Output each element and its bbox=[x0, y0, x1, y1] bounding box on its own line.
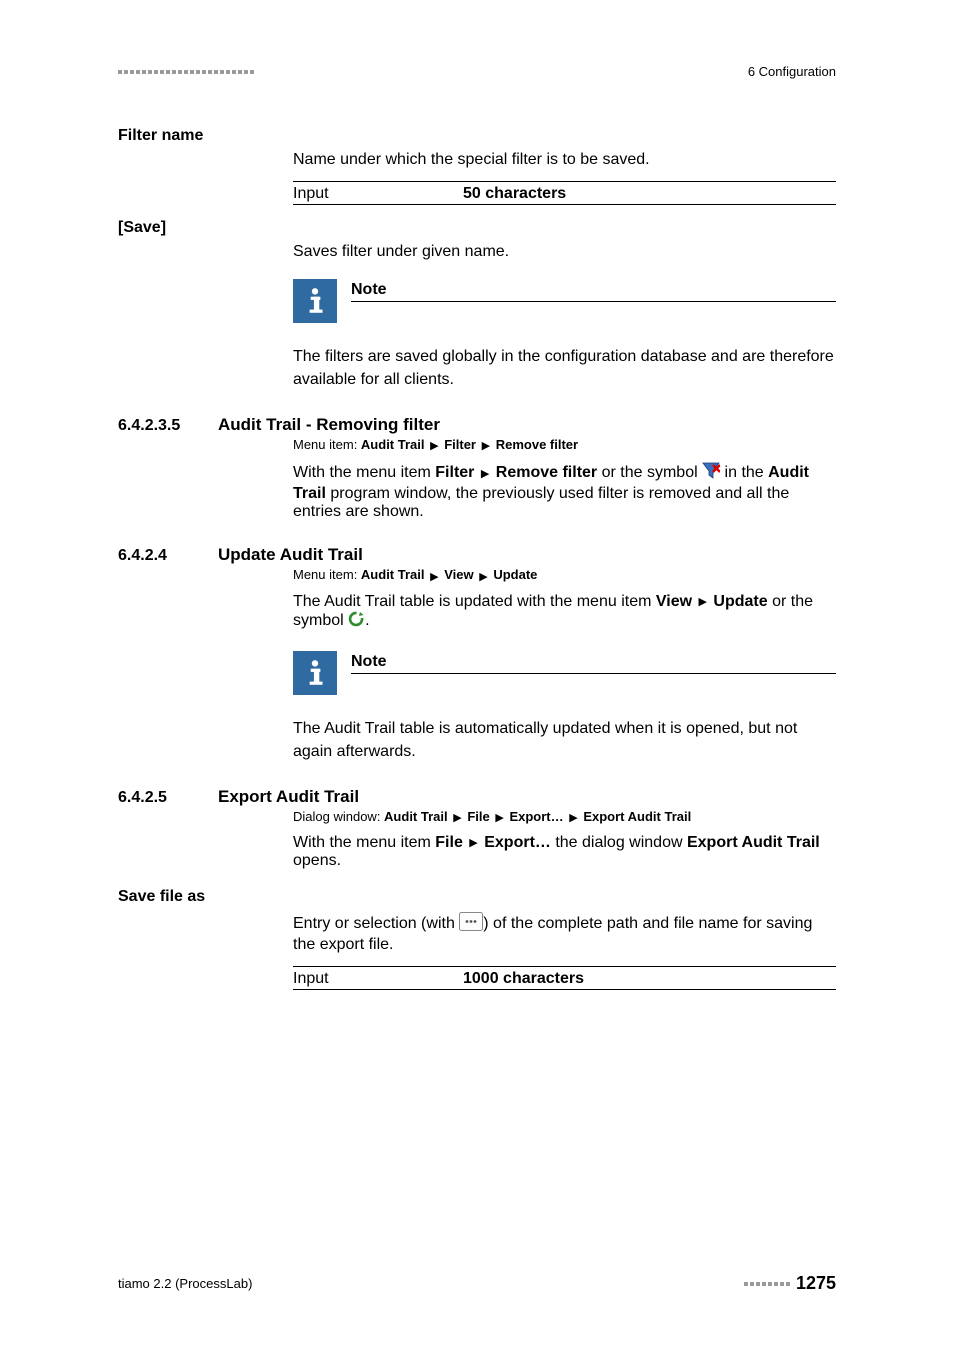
section-number-export: 6.4.2.5 bbox=[118, 789, 218, 807]
save-description: Saves filter under given name. bbox=[293, 243, 836, 261]
note-body-save: The filters are saved globally in the co… bbox=[293, 345, 836, 391]
heading-save-file-as: Save file as bbox=[118, 888, 836, 906]
info-icon bbox=[293, 651, 337, 695]
note-body-update: The Audit Trail table is automatically u… bbox=[293, 717, 836, 763]
heading-filter-name: Filter name bbox=[118, 127, 836, 145]
export-description: With the menu item File ▶ Export… the di… bbox=[293, 834, 836, 870]
save-file-as-description: Entry or selection (with ) of the comple… bbox=[293, 912, 836, 954]
heading-save: [Save] bbox=[118, 219, 836, 237]
filter-name-description: Name under which the special filter is t… bbox=[293, 151, 836, 169]
remove-filter-icon bbox=[702, 462, 720, 485]
menu-path-update: Menu item: Audit Trail ▶ View ▶ Update bbox=[293, 567, 836, 582]
footer-product: tiamo 2.2 (ProcessLab) bbox=[118, 1276, 252, 1291]
menu-path-export: Dialog window: Audit Trail ▶ File ▶ Expo… bbox=[293, 809, 836, 824]
input-label: Input bbox=[293, 970, 463, 988]
page-number: 1275 bbox=[796, 1273, 836, 1294]
refresh-icon bbox=[348, 611, 365, 633]
header-dots bbox=[118, 70, 254, 74]
browse-icon bbox=[459, 912, 483, 936]
remove-description: With the menu item Filter ▶ Remove filte… bbox=[293, 462, 836, 521]
input-value: 50 characters bbox=[463, 185, 566, 203]
section-title-update: Update Audit Trail bbox=[218, 545, 363, 565]
section-number-remove: 6.4.2.3.5 bbox=[118, 417, 218, 435]
note-title: Note bbox=[351, 653, 836, 671]
note-title: Note bbox=[351, 281, 836, 299]
filter-name-input-spec: Input 50 characters bbox=[293, 181, 836, 205]
footer-dots bbox=[744, 1282, 790, 1286]
section-title-export: Export Audit Trail bbox=[218, 787, 359, 807]
input-value: 1000 characters bbox=[463, 970, 584, 988]
note-box-update: Note The Audit Trail table is automatica… bbox=[293, 651, 836, 763]
update-description: The Audit Trail table is updated with th… bbox=[293, 593, 836, 633]
save-file-as-input-spec: Input 1000 characters bbox=[293, 966, 836, 990]
menu-path-remove: Menu item: Audit Trail ▶ Filter ▶ Remove… bbox=[293, 437, 836, 452]
note-box-save: Note The filters are saved globally in t… bbox=[293, 279, 836, 391]
input-label: Input bbox=[293, 185, 463, 203]
section-title-remove: Audit Trail - Removing filter bbox=[218, 415, 440, 435]
info-icon bbox=[293, 279, 337, 323]
section-number-update: 6.4.2.4 bbox=[118, 547, 218, 565]
header-chapter: 6 Configuration bbox=[748, 64, 836, 79]
